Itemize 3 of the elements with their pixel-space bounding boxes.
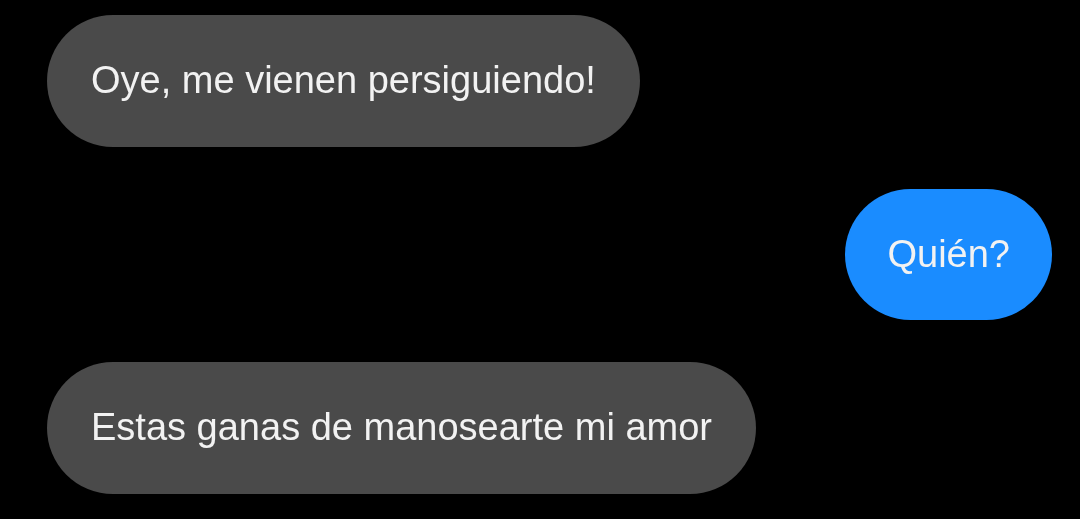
sent-message-bubble: Quién? (845, 188, 1052, 321)
received-message-bubble: Estas ganas de manosearte mi amor (47, 362, 756, 494)
received-message-bubble: Oye, me vienen persiguiendo! (47, 15, 640, 147)
